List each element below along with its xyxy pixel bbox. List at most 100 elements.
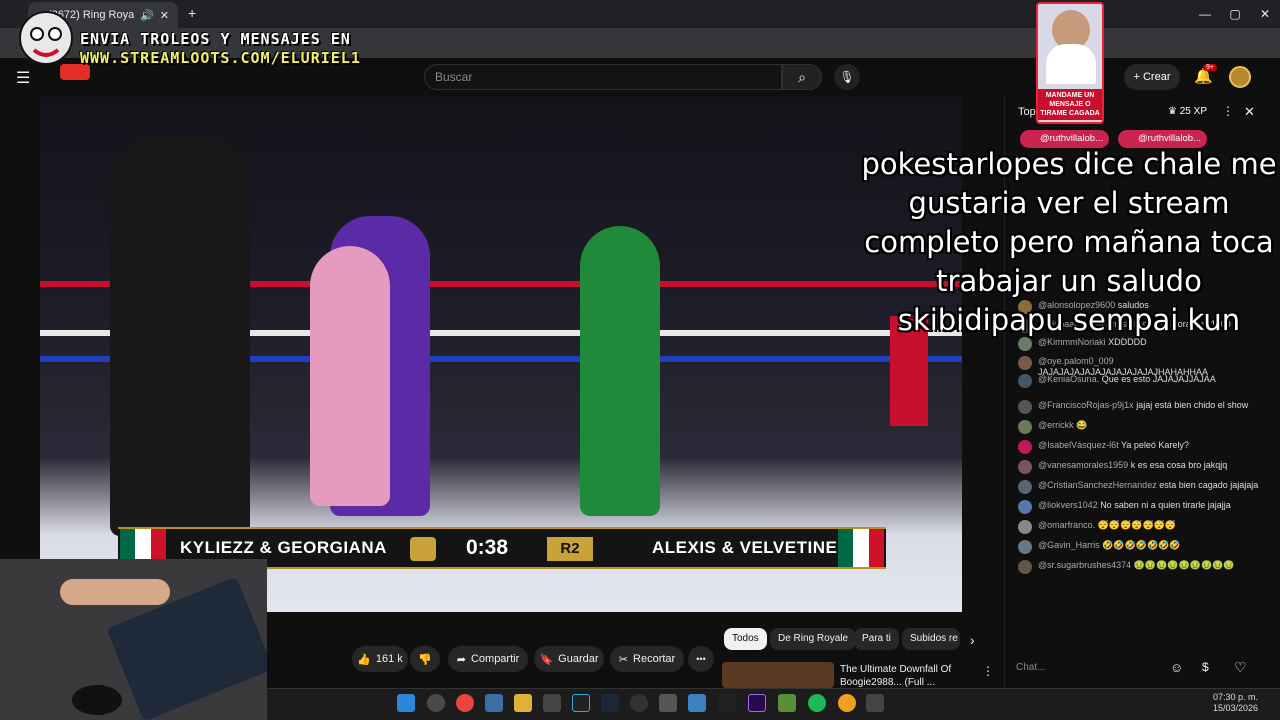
chat-username[interactable]: @IsabelVásquez-l6t	[1038, 440, 1119, 450]
speaker-icon[interactable]: 🔊	[140, 9, 154, 22]
banner-line-1: ENVIA TROLEOS Y MENSAJES EN	[80, 30, 351, 48]
terminal-icon[interactable]	[572, 694, 590, 712]
chrome-icon[interactable]	[456, 694, 474, 712]
chat-username[interactable]: @liokvers1042	[1038, 500, 1098, 510]
search-input[interactable]: Buscar	[424, 64, 782, 90]
chat-close-icon[interactable]: ✕	[1244, 104, 1255, 120]
chat-username[interactable]: @vanesamorales1959	[1038, 460, 1128, 470]
heart-icon[interactable]: ♡	[1234, 659, 1247, 676]
chat-message[interactable]: @errickk 😂	[1018, 419, 1268, 434]
more-actions-button[interactable]: •••	[688, 646, 714, 672]
file-explorer-icon[interactable]	[514, 694, 532, 712]
app-icon[interactable]	[543, 694, 561, 712]
minimize-button[interactable]: —	[1190, 4, 1220, 24]
chat-username[interactable]: @FranciscoRojas-p9j1x	[1038, 400, 1134, 410]
close-window-button[interactable]: ✕	[1250, 4, 1280, 24]
streamer-portrait-overlay: MANDAME UN MENSAJE O TIRAME CAGADA	[1036, 2, 1104, 124]
hand-image	[60, 579, 170, 605]
clip-button[interactable]: ✂ Recortar	[610, 646, 684, 672]
search-icon[interactable]: ⌕	[782, 64, 822, 90]
dislike-button[interactable]: 👎	[410, 646, 440, 672]
chat-username[interactable]: @errickk	[1038, 420, 1074, 430]
chip-todos[interactable]: Todos	[724, 628, 767, 650]
photos-icon[interactable]	[688, 694, 706, 712]
chat-username[interactable]: @CristianSanchezHernandez	[1038, 480, 1157, 490]
chat-avatar[interactable]	[1018, 439, 1032, 454]
minecraft-icon[interactable]	[778, 694, 796, 712]
microphone-icon[interactable]: 🎙	[834, 64, 860, 90]
like-button[interactable]: 👍 161 k	[352, 646, 408, 672]
chat-username[interactable]: @sr.sugarbrushes4374	[1038, 560, 1131, 570]
create-label: Crear	[1142, 71, 1171, 83]
chat-avatar[interactable]	[1018, 539, 1032, 554]
chat-avatar[interactable]	[1018, 355, 1032, 370]
chat-message[interactable]: @CristianSanchezHernandez esta bien caga…	[1018, 479, 1268, 494]
close-tab-icon[interactable]: ✕	[160, 9, 169, 22]
recommendation-thumbnail[interactable]	[722, 662, 834, 688]
windows-start-icon[interactable]	[397, 694, 415, 712]
chat-text: 😂	[1076, 419, 1088, 430]
recommendation-menu-icon[interactable]: ⋮	[982, 664, 994, 678]
portrait-body	[1046, 44, 1096, 84]
premiere-icon[interactable]	[748, 694, 766, 712]
clock-time: 07:30 p. m.	[1212, 692, 1258, 702]
chat-avatar[interactable]	[1018, 479, 1032, 494]
chat-input[interactable]: Chat...	[1016, 656, 1196, 680]
chat-avatar[interactable]	[1018, 374, 1032, 388]
share-button[interactable]: ➦ Compartir	[448, 646, 528, 672]
chat-username[interactable]: @Gavin_Harris	[1038, 540, 1100, 550]
chevron-right-icon[interactable]: ›	[970, 632, 975, 648]
capcut-icon[interactable]	[718, 694, 736, 712]
calculator-icon[interactable]	[659, 694, 677, 712]
portrait-caption: MANDAME UN MENSAJE O TIRAME CAGADA	[1038, 89, 1102, 120]
chat-username[interactable]: @KeniaOsuna.	[1038, 374, 1099, 384]
browser-alt-icon[interactable]	[838, 694, 856, 712]
chip-para-ti[interactable]: Para ti	[854, 628, 899, 650]
chip-subidos[interactable]: Subidos re	[902, 628, 960, 650]
steam-icon[interactable]	[601, 694, 619, 712]
search-taskbar-icon[interactable]	[427, 694, 445, 712]
chat-text: k es esa cosa bro jakqjq	[1130, 459, 1228, 470]
chat-avatar[interactable]	[1018, 459, 1032, 474]
chat-username[interactable]: @omarfranco.	[1038, 520, 1095, 530]
taskbar-clock[interactable]: 07:30 p. m. 15/03/2026	[1210, 692, 1258, 714]
chat-message[interactable]: @KeniaOsuna. Que es esto JAJAJAJJAJAA	[1018, 374, 1268, 388]
emoji-icon[interactable]: ☺	[1170, 660, 1183, 675]
chat-avatar[interactable]	[1018, 519, 1032, 534]
chat-message[interactable]: @FranciscoRojas-p9j1x jajaj está bien ch…	[1018, 399, 1268, 414]
chip-ring-royale[interactable]: De Ring Royale	[770, 628, 857, 650]
chat-username[interactable]: @oye.palom0_009	[1038, 356, 1114, 366]
chat-avatar[interactable]	[1018, 559, 1032, 574]
chat-message[interactable]: @omarfranco. 😴😴😴😴😴😴😴	[1018, 519, 1268, 534]
chat-more-icon[interactable]: ⋮	[1222, 104, 1234, 118]
chat-text: No saben ni a quien tirarle jajajja	[1100, 499, 1231, 510]
clip-label: Recortar	[633, 653, 676, 665]
thumbs-down-icon: 👎	[418, 653, 432, 666]
wrestler-green	[580, 226, 660, 516]
chat-avatar[interactable]	[1018, 419, 1032, 434]
account-avatar[interactable]	[1229, 66, 1251, 88]
left-team-name: KYLIEZZ & GEORGIANA	[180, 538, 387, 557]
chat-avatar[interactable]	[1018, 399, 1032, 414]
app-settings-icon[interactable]	[866, 694, 884, 712]
chat-message[interactable]: @sr.sugarbrushes4374 🤢🤢🤢🤢🤢🤢🤢🤢🤢	[1018, 559, 1268, 574]
spotify-icon[interactable]	[808, 694, 826, 712]
chat-message[interactable]: @IsabelVásquez-l6t Ya peleó Karely?	[1018, 439, 1268, 454]
chat-avatar[interactable]	[1018, 499, 1032, 514]
chat-message[interactable]: @Gavin_Harris 🤣🤣🤣🤣🤣🤣🤣	[1018, 539, 1268, 554]
chat-message-body: @omarfranco. 😴😴😴😴😴😴😴	[1038, 520, 1176, 531]
share-label: Compartir	[470, 653, 520, 665]
maximize-button[interactable]: ▢	[1220, 4, 1250, 24]
super-chat-icon[interactable]: $	[1202, 660, 1209, 674]
create-button[interactable]: + Crear	[1124, 64, 1180, 90]
save-button[interactable]: 🔖 Guardar	[534, 646, 604, 672]
chat-message[interactable]: @vanesamorales1959 k es esa cosa bro jak…	[1018, 459, 1268, 474]
notepad-icon[interactable]	[485, 694, 503, 712]
chat-header-title[interactable]: Top	[1018, 106, 1036, 118]
chat-message-body: @CristianSanchezHernandez esta bien caga…	[1038, 480, 1258, 491]
chat-message[interactable]: @liokvers1042 No saben ni a quien tirarl…	[1018, 499, 1268, 514]
recommendation-title[interactable]: The Ultimate Downfall Of Boogie2988... (…	[840, 663, 951, 689]
new-tab-button[interactable]: +	[188, 5, 196, 21]
clock-date: 15/03/2026	[1212, 703, 1258, 713]
obs-icon[interactable]	[630, 694, 648, 712]
